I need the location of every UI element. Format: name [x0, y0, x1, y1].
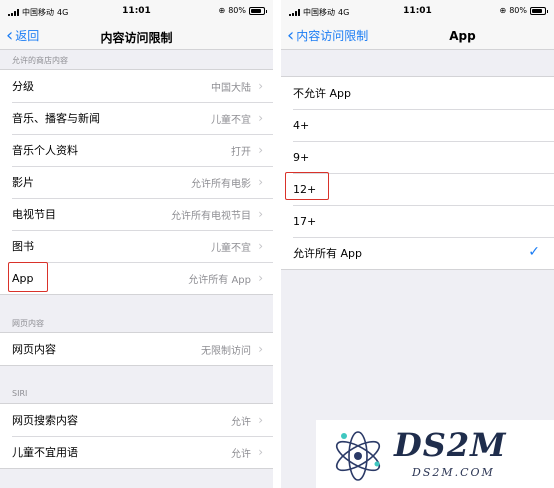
row-value: 允许 [231, 416, 251, 428]
chevron-right-icon: › [258, 175, 263, 189]
row-value: 允许所有电影 [191, 178, 251, 190]
chevron-right-icon: › [258, 271, 263, 285]
chevron-right-icon: › [258, 342, 263, 356]
row-label: 音乐、播客与新闻 [12, 112, 100, 125]
section-header-store-content: 允许的商店内容 [12, 56, 68, 65]
option-label: 不允许 App [293, 87, 351, 100]
row-label: 网页搜索内容 [12, 414, 78, 427]
right-phone-screen: 中国移动 4G 11:01 ⊕ 80% ‹ 内容访问限制 App 不允许 App… [281, 0, 554, 488]
row-label: 图书 [12, 240, 34, 253]
chevron-right-icon: › [258, 207, 263, 221]
status-right: ⊕ 80% [218, 6, 267, 15]
row-explicit-language[interactable]: 儿童不宜用语 允许 › [0, 436, 273, 468]
row-value: 中国大陆 [211, 82, 251, 94]
watermark-brand: DS2M [394, 426, 507, 464]
watermark-url: DS2M.COM [412, 466, 495, 479]
option-4-plus[interactable]: 4+ [281, 109, 554, 141]
highlight-box-apps [8, 262, 48, 292]
row-books[interactable]: 图书 儿童不宜 › [0, 230, 273, 262]
chevron-right-icon: › [258, 413, 263, 427]
battery-percent: 80% [509, 6, 527, 15]
option-label: 9+ [293, 150, 310, 164]
web-content-group: 网页内容 无限制访问 › [0, 332, 273, 366]
option-label: 允许所有 App [293, 247, 362, 260]
chevron-right-icon: › [258, 143, 263, 157]
row-movies[interactable]: 影片 允许所有电影 › [0, 166, 273, 198]
page-title: 内容访问限制 [100, 31, 173, 45]
row-label: 分级 [12, 80, 34, 93]
row-value: 允许所有 App [188, 274, 251, 286]
rotation-lock-icon: ⊕ [499, 6, 507, 15]
row-value: 儿童不宜 [211, 114, 251, 126]
section-header-web-content: 网页内容 [12, 319, 44, 328]
checkmark-icon: ✓ [528, 244, 540, 260]
screen-divider [273, 0, 281, 488]
status-right: ⊕ 80% [499, 6, 548, 15]
row-value: 打开 [231, 146, 251, 158]
left-phone-screen: 中国移动 4G 11:01 ⊕ 80% ‹ 返回 内容访问限制 允许的商店内容 … [0, 0, 273, 488]
chevron-right-icon: › [258, 239, 263, 253]
row-label: 网页内容 [12, 343, 56, 356]
chevron-right-icon: › [258, 79, 263, 93]
row-label: 电视节目 [12, 208, 56, 221]
atom-logo-icon [335, 431, 381, 481]
row-label: 儿童不宜用语 [12, 446, 78, 459]
row-music-podcasts-news[interactable]: 音乐、播客与新闻 儿童不宜 › [0, 102, 273, 134]
navigation-bar: ‹ 返回 内容访问限制 [0, 22, 273, 50]
row-tv-shows[interactable]: 电视节目 允许所有电视节目 › [0, 198, 273, 230]
chevron-left-icon: ‹ [287, 24, 295, 46]
navigation-bar: ‹ 内容访问限制 App [281, 22, 554, 50]
status-bar: 中国移动 4G 11:01 ⊕ 80% [281, 0, 554, 22]
siri-group: 网页搜索内容 允许 › 儿童不宜用语 允许 › [0, 403, 273, 469]
row-label: 影片 [12, 176, 34, 189]
battery-icon [530, 6, 548, 15]
row-value: 允许 [231, 448, 251, 460]
chevron-right-icon: › [258, 445, 263, 459]
chevron-right-icon: › [258, 111, 263, 125]
page-title: App [449, 29, 476, 43]
highlight-box-12-plus [285, 172, 329, 200]
row-value: 允许所有电视节目 [171, 210, 251, 222]
section-header-siri: SIRI [12, 389, 28, 398]
back-button[interactable]: ‹ 内容访问限制 [287, 24, 369, 46]
row-label: 音乐个人资料 [12, 144, 78, 157]
battery-percent: 80% [228, 6, 246, 15]
watermark: DS2M DS2M.COM [316, 420, 554, 488]
option-no-apps[interactable]: 不允许 App [281, 77, 554, 109]
row-music-profiles[interactable]: 音乐个人资料 打开 › [0, 134, 273, 166]
row-value: 儿童不宜 [211, 242, 251, 254]
battery-icon [249, 6, 267, 15]
option-17-plus[interactable]: 17+ [281, 205, 554, 237]
status-bar: 中国移动 4G 11:01 ⊕ 80% [0, 0, 273, 22]
row-value: 无限制访问 [201, 345, 251, 357]
option-label: 17+ [293, 214, 317, 228]
option-9-plus[interactable]: 9+ [281, 141, 554, 173]
option-allow-all-apps[interactable]: 允许所有 App ✓ [281, 237, 554, 269]
row-web-search-content[interactable]: 网页搜索内容 允许 › [0, 404, 273, 436]
row-web-content[interactable]: 网页内容 无限制访问 › [0, 333, 273, 365]
back-label: 内容访问限制 [296, 29, 369, 43]
option-label: 4+ [293, 118, 310, 132]
row-rating-region[interactable]: 分级 中国大陆 › [0, 70, 273, 102]
rotation-lock-icon: ⊕ [218, 6, 226, 15]
